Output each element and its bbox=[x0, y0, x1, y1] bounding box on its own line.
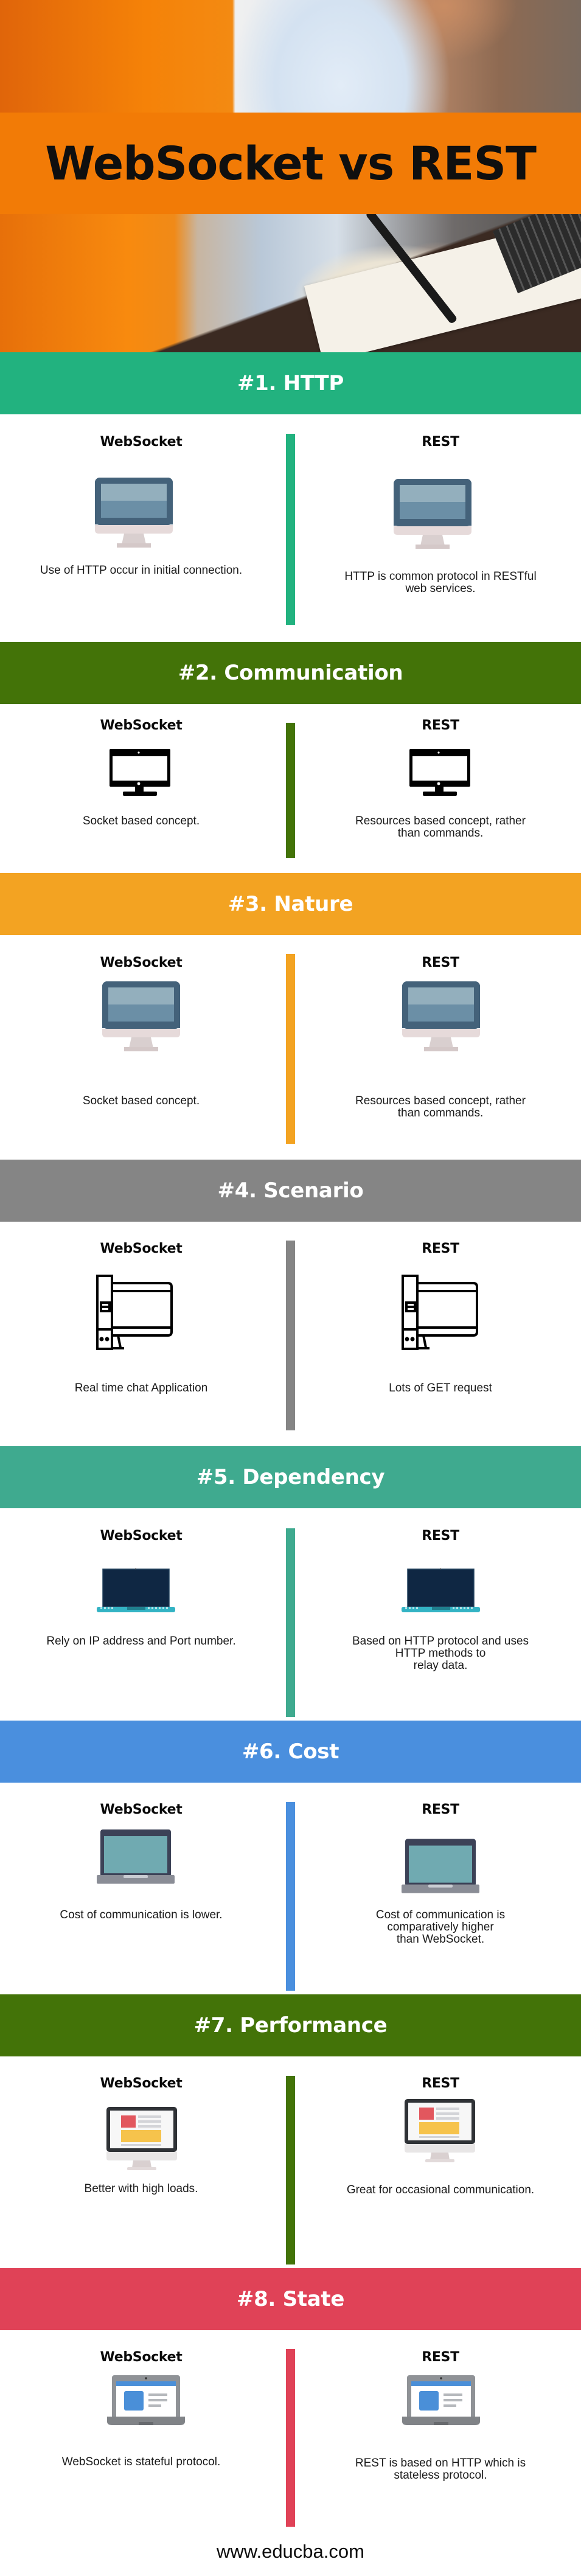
websocket-description: Rely on IP address and Port number. bbox=[46, 1635, 236, 1648]
rest-description-line: HTTP methods to bbox=[395, 1647, 486, 1660]
rest-description-line: HTTP is common protocol in RESTful bbox=[344, 570, 537, 583]
rest-description: Resources based concept, rather than comm… bbox=[313, 1095, 568, 1119]
section-heading: #2. Communication bbox=[178, 661, 403, 685]
rest-column-label: REST bbox=[422, 1528, 459, 1544]
rest-description-line: Great for occasional communication. bbox=[346, 2184, 535, 2196]
monitor-outline-black-icon bbox=[408, 748, 471, 796]
websocket-column-label: WebSocket bbox=[100, 434, 183, 450]
rest-column-label: REST bbox=[422, 1802, 459, 1817]
laptop-webpage-icon bbox=[107, 2375, 185, 2425]
rest-description-line: Lots of GET request bbox=[389, 1382, 492, 1394]
section-header-band: #6. Cost bbox=[0, 1721, 581, 1783]
laptop-dark-icon bbox=[402, 1568, 480, 1614]
laptop-webpage-icon bbox=[402, 2375, 480, 2425]
websocket-description: Use of HTTP occur in initial connection. bbox=[40, 564, 243, 577]
websocket-column-label: WebSocket bbox=[100, 718, 183, 733]
rest-column-label: REST bbox=[422, 718, 459, 733]
rest-description: REST is based on HTTP which is stateless … bbox=[313, 2457, 568, 2482]
monitor-flat-icon bbox=[394, 479, 471, 549]
section-heading: #8. State bbox=[236, 2287, 345, 2311]
rest-column-label: REST bbox=[422, 434, 459, 450]
websocket-column-label: WebSocket bbox=[100, 1802, 183, 1817]
rest-description: HTTP is common protocol in RESTful web se… bbox=[313, 571, 568, 595]
websocket-description: Cost of communication is lower. bbox=[60, 1909, 223, 1921]
section-heading: #5. Dependency bbox=[196, 1465, 385, 1489]
rest-description-line: Resources based concept, rather bbox=[355, 1095, 526, 1107]
section-header-band: #7. Performance bbox=[0, 1994, 581, 2056]
page-title: WebSocket vs REST bbox=[45, 136, 537, 190]
monitor-outline-black-icon bbox=[108, 748, 172, 796]
column-divider bbox=[286, 2076, 295, 2264]
section-header-band: #4. Scenario bbox=[0, 1160, 581, 1222]
title-banner: WebSocket vs REST bbox=[0, 113, 581, 214]
rest-description: Lots of GET request bbox=[313, 1382, 568, 1394]
laptop-teal-icon bbox=[97, 1829, 175, 1884]
section-heading: #4. Scenario bbox=[217, 1178, 364, 1203]
rest-column-label: REST bbox=[422, 2350, 459, 2365]
rest-description-line: comparatively higher bbox=[387, 1921, 494, 1934]
rest-description-line: Cost of communication is bbox=[375, 1909, 506, 1921]
monitor-flat-icon bbox=[95, 478, 173, 548]
rest-description-line: than commands. bbox=[397, 1107, 484, 1119]
section-heading: #6. Cost bbox=[242, 1739, 339, 1764]
column-divider bbox=[286, 1528, 295, 1717]
rest-description: Based on HTTP protocol and uses HTTP meth… bbox=[313, 1635, 568, 1672]
rest-column-label: REST bbox=[422, 2076, 459, 2091]
section-heading: #7. Performance bbox=[193, 2013, 388, 2038]
websocket-description: Better with high loads. bbox=[84, 2182, 198, 2195]
websocket-column-label: WebSocket bbox=[100, 2076, 183, 2091]
section-heading: #1. HTTP bbox=[237, 371, 344, 395]
rest-description-line: than WebSocket. bbox=[396, 1933, 485, 1946]
column-divider bbox=[286, 1241, 295, 1430]
rest-column-label: REST bbox=[422, 1241, 459, 1256]
monitor-flat-icon bbox=[102, 981, 180, 1051]
websocket-column-label: WebSocket bbox=[100, 2350, 183, 2365]
section-header-band: #8. State bbox=[0, 2268, 581, 2330]
rest-description: Cost of communication is comparatively hi… bbox=[313, 1909, 568, 1946]
section-header-band: #5. Dependency bbox=[0, 1446, 581, 1508]
rest-description-line: web services. bbox=[405, 582, 476, 595]
rest-description-line: than commands. bbox=[397, 827, 484, 840]
section-header-band: #1. HTTP bbox=[0, 352, 581, 414]
rest-description-line: REST is based on HTTP which is bbox=[355, 2457, 526, 2470]
websocket-description: Socket based concept. bbox=[82, 1095, 200, 1107]
column-divider bbox=[286, 954, 295, 1144]
laptop-teal-icon bbox=[402, 1839, 479, 1894]
column-divider bbox=[286, 1802, 295, 1991]
websocket-description: WebSocket is stateful protocol. bbox=[61, 2456, 221, 2468]
websocket-description: Socket based concept. bbox=[82, 815, 200, 827]
hero-photo-top bbox=[0, 0, 581, 113]
rest-description-line: Based on HTTP protocol and uses bbox=[352, 1635, 529, 1648]
rest-description-line: relay data. bbox=[413, 1659, 468, 1672]
column-divider bbox=[286, 723, 295, 858]
websocket-column-label: WebSocket bbox=[100, 1241, 183, 1256]
rest-description-line: Resources based concept, rather bbox=[355, 815, 526, 827]
section-header-band: #3. Nature bbox=[0, 873, 581, 935]
laptop-dark-icon bbox=[97, 1568, 175, 1614]
rest-column-label: REST bbox=[422, 955, 459, 970]
rest-description: Great for occasional communication. bbox=[313, 2184, 568, 2196]
section-heading: #3. Nature bbox=[228, 892, 353, 916]
websocket-column-label: WebSocket bbox=[100, 1528, 183, 1544]
footer-url: www.educba.com bbox=[217, 2541, 364, 2562]
rest-description: Resources based concept, rather than comm… bbox=[313, 815, 568, 840]
column-divider bbox=[286, 2349, 295, 2527]
monitor-flat-icon bbox=[402, 981, 480, 1051]
section-header-band: #2. Communication bbox=[0, 642, 581, 704]
desktop-tower-outline-icon bbox=[402, 1275, 478, 1350]
monitor-webpage-icon bbox=[405, 2099, 475, 2162]
websocket-description: Real time chat Application bbox=[74, 1382, 208, 1394]
websocket-column-label: WebSocket bbox=[100, 955, 183, 970]
rest-description-line: stateless protocol. bbox=[394, 2469, 487, 2482]
desktop-tower-outline-icon bbox=[96, 1275, 173, 1350]
monitor-webpage-icon bbox=[106, 2107, 177, 2170]
column-divider bbox=[286, 434, 295, 625]
